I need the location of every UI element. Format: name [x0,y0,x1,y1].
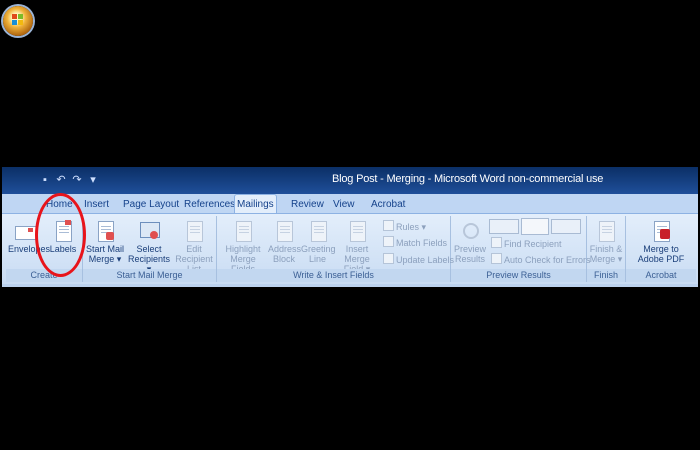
tab-mailings[interactable]: Mailings [234,194,277,214]
merge-to-adobe-pdf-button[interactable]: Merge to Adobe PDF [630,220,692,264]
edit-recipient-list-label-1: Edit [186,244,202,254]
group-start-mail-merge: Start Mail Merge ▾ Select Recipients ▾ E… [83,216,217,282]
next-last-record-buttons[interactable] [551,219,581,234]
word-window: ▪ ↶ ↷ ▾ Blog Post - Merging - Microsoft … [2,167,698,287]
auto-check-errors-button[interactable]: Auto Check for Errors [491,253,591,267]
update-labels-label: Update Labels [396,255,455,265]
start-mail-merge-icon [95,220,115,242]
tab-insert[interactable]: Insert [82,196,111,213]
group-write-insert-fields: Highlight Merge Fields Address Block Gre… [217,216,454,282]
finish-merge-button[interactable]: Finish & Merge ▾ [588,220,624,264]
start-mail-merge-label-1: Start Mail [85,244,124,254]
finish-merge-label-1: Finish & [589,244,623,254]
highlight-merge-fields-button[interactable]: Highlight Merge Fields [219,220,267,274]
redo-icon[interactable]: ↷ [71,174,83,186]
select-recipients-icon [139,220,160,242]
adobe-pdf-icon [651,220,671,242]
address-block-label-1: Address [268,244,302,254]
greeting-line-label-1: Greeting [301,244,336,254]
insert-merge-field-icon [347,220,367,242]
preview-results-label-2: Results [454,254,485,264]
insert-merge-field-button[interactable]: Insert Merge Field ▾ [334,220,380,274]
edit-recipient-list-icon [184,220,204,242]
first-prev-record-buttons[interactable] [489,219,519,234]
match-fields-button[interactable]: Match Fields [383,236,447,250]
find-recipient-icon [491,237,502,248]
tab-references[interactable]: References [182,196,237,213]
auto-check-label: Auto Check for Errors [504,255,591,265]
select-recipients-button[interactable]: Select Recipients ▾ [127,220,171,274]
rules-icon [383,220,394,231]
merge-to-adobe-pdf-label-1: Merge to [643,244,679,254]
finish-merge-label-2: Merge ▾ [589,254,623,264]
highlight-merge-fields-icon [233,220,253,242]
address-block-icon [274,220,294,242]
update-labels-button[interactable]: Update Labels [383,253,454,267]
greeting-line-icon [308,220,328,242]
match-fields-label: Match Fields [396,238,448,248]
group-acrobat: Merge to Adobe PDF Acrobat [626,216,696,282]
group-label-finish: Finish [587,269,625,282]
customize-icon[interactable]: ▾ [87,174,99,186]
save-icon[interactable]: ▪ [39,174,51,186]
address-block-label-2: Block [272,254,295,264]
merge-to-adobe-pdf-label-2: Adobe PDF [637,254,685,264]
select-recipients-label-1: Select [136,244,162,254]
greeting-line-button[interactable]: Greeting Line [301,220,336,264]
group-preview-results: Preview Results Find Recipient Auto Chec… [451,216,591,282]
insert-merge-field-label-1: Insert Merge [344,244,370,264]
undo-icon[interactable]: ↶ [55,174,67,186]
ribbon: Envelopes Labels Create Start Mail Merge… [2,213,698,284]
start-mail-merge-label-2: Merge ▾ [88,254,122,264]
rules-button[interactable]: Rules ▾ [383,220,426,234]
edit-recipient-list-button[interactable]: Edit Recipient List [173,220,215,274]
group-label-acrobat: Acrobat [626,269,696,282]
preview-results-button[interactable]: Preview Results [453,220,487,264]
find-recipient-label: Find Recipient [504,239,562,249]
group-label-write-insert-fields: Write & Insert Fields [217,269,450,282]
greeting-line-label-2: Line [308,254,326,264]
office-button[interactable] [3,6,33,36]
highlight-label-1: Highlight [225,244,261,254]
group-label-preview-results: Preview Results [451,269,586,282]
match-fields-icon [383,236,394,247]
envelope-icon [15,220,37,242]
tab-acrobat[interactable]: Acrobat [369,196,407,213]
preview-results-icon [460,220,480,242]
rules-label: Rules ▾ [396,222,427,232]
window-title: Blog Post - Merging - Microsoft Word non… [332,173,604,185]
update-labels-icon [383,253,394,264]
group-label-start-mail-merge: Start Mail Merge [83,269,216,282]
finish-merge-icon [596,220,616,242]
office-logo-icon [12,14,24,26]
find-recipient-button[interactable]: Find Recipient [491,237,562,251]
group-finish: Finish & Merge ▾ Finish [587,216,626,282]
auto-check-icon [491,253,502,264]
title-bar: ▪ ↶ ↷ ▾ Blog Post - Merging - Microsoft … [2,167,698,194]
record-number-field[interactable] [521,218,549,235]
preview-results-label-1: Preview [453,244,486,254]
ribbon-tabs: Home Insert Page Layout References Maili… [2,194,698,214]
tab-review[interactable]: Review [289,196,326,213]
address-block-button[interactable]: Address Block [268,220,302,264]
tab-page-layout[interactable]: Page Layout [121,196,181,213]
start-mail-merge-button[interactable]: Start Mail Merge ▾ [85,220,125,264]
quick-access-toolbar: ▪ ↶ ↷ ▾ [39,172,99,188]
annotation-circle [35,193,86,277]
tab-view[interactable]: View [331,196,357,213]
